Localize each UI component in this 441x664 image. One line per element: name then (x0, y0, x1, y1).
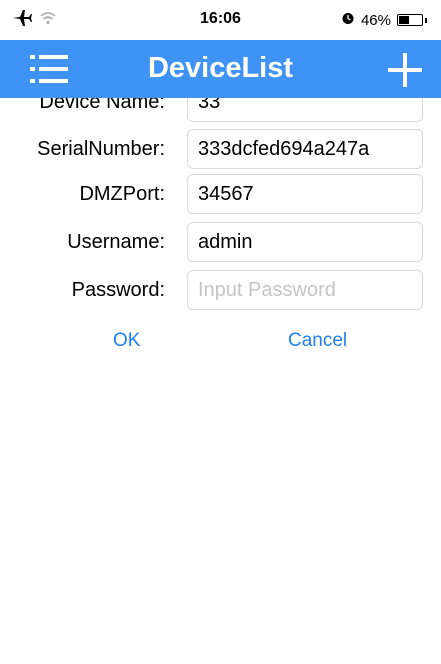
serial-number-label: SerialNumber: (37, 138, 165, 160)
password-input[interactable] (187, 270, 423, 310)
cancel-button[interactable]: Cancel (288, 330, 347, 352)
device-name-input[interactable] (187, 98, 423, 122)
dmz-port-row: DMZPort: (0, 174, 441, 216)
battery-percent: 46% (360, 11, 391, 29)
device-name-label: Device Name: (39, 98, 165, 113)
password-label: Password: (71, 279, 165, 301)
dmz-port-input[interactable] (187, 174, 423, 214)
password-row: Password: (0, 270, 441, 312)
alarm-icon (341, 11, 355, 29)
dmz-port-label: DMZPort: (79, 183, 165, 205)
battery-tip (425, 17, 427, 23)
device-form: Device Name: SerialNumber: DMZPort: User… (0, 98, 441, 664)
serial-number-row: SerialNumber: (0, 129, 441, 171)
status-right: 46% (341, 10, 427, 30)
username-label: Username: (67, 231, 165, 253)
plus-icon[interactable] (387, 52, 423, 88)
page-title: DeviceList (147, 52, 294, 84)
status-bar: 16:06 46% (0, 0, 441, 40)
battery-fill (399, 16, 409, 24)
ok-button[interactable]: OK (113, 330, 140, 352)
nav-bar: DeviceList (0, 40, 441, 98)
username-row: Username: (0, 222, 441, 264)
serial-number-input[interactable] (187, 129, 423, 169)
battery-icon (397, 14, 423, 26)
device-name-row: Device Name: (0, 98, 441, 124)
username-input[interactable] (187, 222, 423, 262)
